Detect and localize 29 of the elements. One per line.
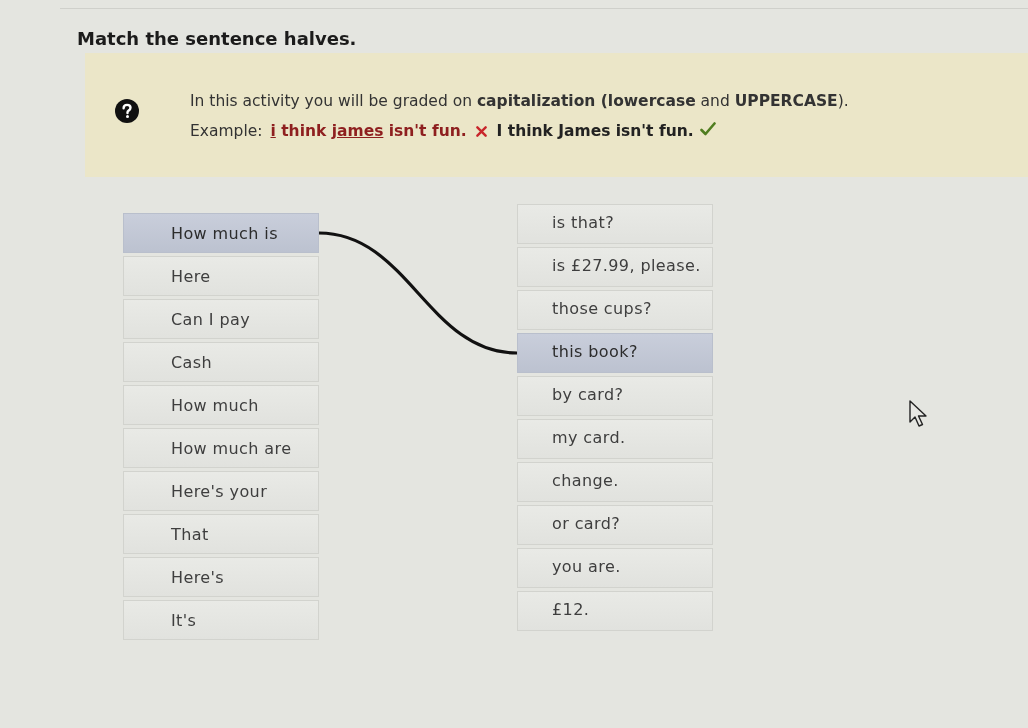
sentence-end-item[interactable]: my card. [517,419,713,459]
sentence-start-item[interactable]: How much are [123,428,319,468]
check-icon [699,122,716,136]
cross-icon [475,125,487,137]
sentence-end-item[interactable]: this book? [517,333,713,373]
sentence-end-item[interactable]: by card? [517,376,713,416]
instruction-text: In this activity you will be graded on capitalization (lowercase and UPPERCASE). [190,91,849,112]
sentence-start-item[interactable]: Here's [123,557,319,597]
sentence-end-item[interactable]: you are. [517,548,713,588]
sentence-start-item[interactable]: Here [123,256,319,296]
sentence-start-item[interactable]: That [123,514,319,554]
incorrect-example: i think james isn't fun. [270,121,467,142]
sentence-start-item[interactable]: Cash [123,342,319,382]
sentence-end-item[interactable]: those cups? [517,290,713,330]
sentence-end-item[interactable]: is that? [517,204,713,244]
correct-example: I think James isn't fun. [496,121,694,142]
mouse-pointer-icon [909,400,929,428]
example-label: Example: [190,121,263,142]
sentence-end-item[interactable]: change. [517,462,713,502]
sentence-start-item[interactable]: Here's your [123,471,319,511]
sentence-start-item[interactable]: Can I pay [123,299,319,339]
sentence-start-item[interactable]: How much [123,385,319,425]
sentence-start-item[interactable]: How much is [123,213,319,253]
sentence-start-item[interactable]: It's [123,600,319,640]
sentence-end-item[interactable]: is £27.99, please. [517,247,713,287]
help-icon [115,99,139,123]
exercise-title: Match the sentence halves. [77,28,357,50]
sentence-end-item[interactable]: or card? [517,505,713,545]
sentence-end-item[interactable]: £12. [517,591,713,631]
